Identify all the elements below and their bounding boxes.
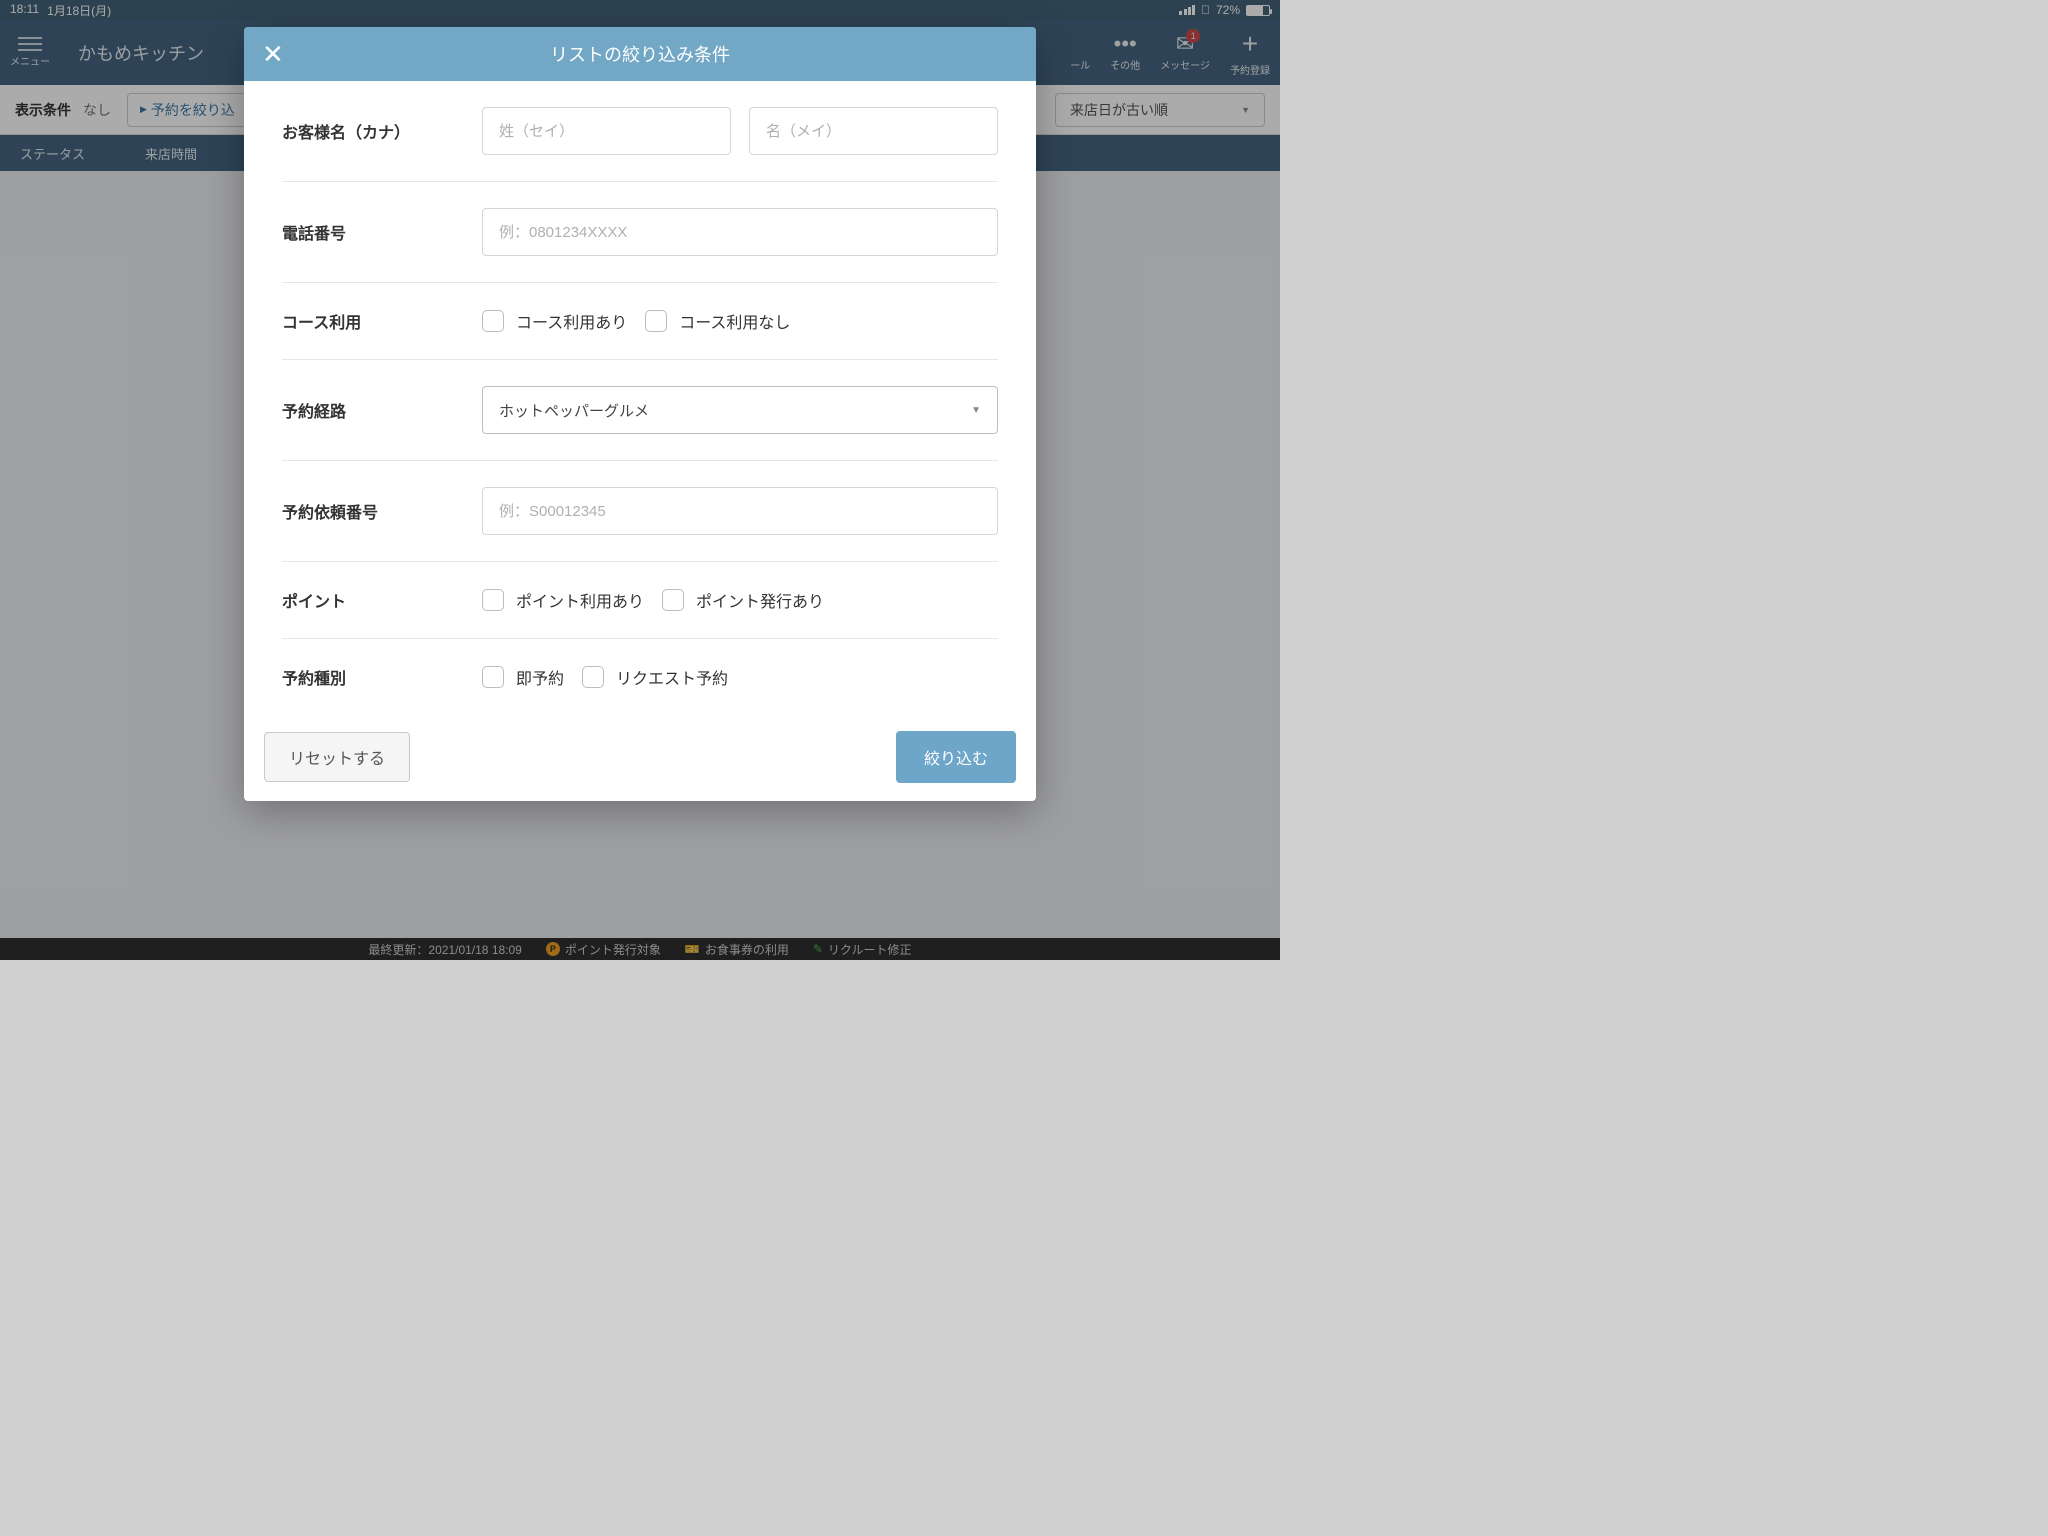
modal-body: お客様名（カナ） 電話番号 コース利用 コース利用あり コース利用なし — [244, 81, 1036, 715]
type-label: 予約種別 — [282, 665, 482, 689]
points-use-checkbox[interactable]: ポイント利用あり — [482, 588, 644, 612]
type-request-checkbox[interactable]: リクエスト予約 — [582, 665, 728, 689]
checkbox-icon — [645, 310, 667, 332]
row-course: コース利用 コース利用あり コース利用なし — [282, 283, 998, 360]
row-type: 予約種別 即予約 リクエスト予約 — [282, 639, 998, 715]
course-yes-checkbox[interactable]: コース利用あり — [482, 309, 627, 333]
checkbox-icon — [482, 310, 504, 332]
row-route: 予約経路 ホットペッパーグルメ — [282, 360, 998, 461]
firstname-input[interactable] — [749, 107, 998, 155]
type-instant-checkbox[interactable]: 即予約 — [482, 665, 564, 689]
row-points: ポイント ポイント利用あり ポイント発行あり — [282, 562, 998, 639]
course-label: コース利用 — [282, 309, 482, 333]
reset-button[interactable]: リセットする — [264, 732, 410, 782]
checkbox-icon — [582, 666, 604, 688]
points-label: ポイント — [282, 588, 482, 612]
filter-modal: ✕ リストの絞り込み条件 お客様名（カナ） 電話番号 コース利用 コース利用あり — [244, 27, 1036, 801]
surname-input[interactable] — [482, 107, 731, 155]
row-request-no: 予約依頼番号 — [282, 461, 998, 562]
route-label: 予約経路 — [282, 398, 482, 422]
course-no-checkbox[interactable]: コース利用なし — [645, 309, 790, 333]
request-no-input[interactable] — [482, 487, 998, 535]
close-button[interactable]: ✕ — [262, 39, 284, 70]
route-select[interactable]: ホットペッパーグルメ — [482, 386, 998, 434]
row-phone: 電話番号 — [282, 182, 998, 283]
phone-label: 電話番号 — [282, 220, 482, 244]
checkbox-icon — [662, 589, 684, 611]
checkbox-icon — [482, 666, 504, 688]
customer-name-label: お客様名（カナ） — [282, 119, 482, 143]
modal-title: リストの絞り込み条件 — [550, 41, 730, 67]
request-no-label: 予約依頼番号 — [282, 499, 482, 523]
points-issue-checkbox[interactable]: ポイント発行あり — [662, 588, 824, 612]
checkbox-icon — [482, 589, 504, 611]
apply-button[interactable]: 絞り込む — [896, 731, 1016, 783]
modal-header: ✕ リストの絞り込み条件 — [244, 27, 1036, 81]
modal-footer: リセットする 絞り込む — [244, 715, 1036, 801]
phone-input[interactable] — [482, 208, 998, 256]
row-customer-name: お客様名（カナ） — [282, 81, 998, 182]
